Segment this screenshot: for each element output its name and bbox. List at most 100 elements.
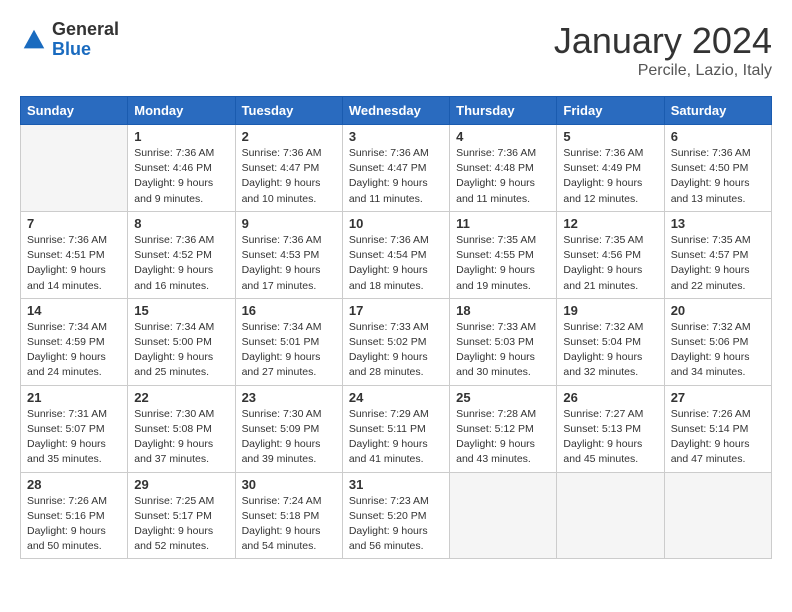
calendar-cell: 9 Sunrise: 7:36 AMSunset: 4:53 PMDaylight…	[235, 211, 342, 298]
day-number: 13	[671, 216, 765, 231]
logo-text: General Blue	[52, 20, 119, 60]
calendar-table: SundayMondayTuesdayWednesdayThursdayFrid…	[20, 96, 772, 559]
calendar-cell: 19Sunrise: 7:32 AMSunset: 5:04 PMDayligh…	[557, 298, 664, 385]
day-info: Sunrise: 7:32 AMSunset: 5:06 PMDaylight:…	[671, 320, 765, 381]
day-number: 10	[349, 216, 443, 231]
day-info: Sunrise: 7:27 AMSunset: 5:13 PMDaylight:…	[563, 407, 657, 468]
day-info: Sunrise: 7:23 AMSunset: 5:20 PMDaylight:…	[349, 494, 443, 555]
location-title: Percile, Lazio, Italy	[554, 62, 772, 80]
day-number: 4	[456, 129, 550, 144]
day-info: Sunrise: 7:34 AMSunset: 4:59 PMDaylight:…	[27, 320, 121, 381]
logo: General Blue	[20, 20, 119, 60]
calendar-cell: 4Sunrise: 7:36 AMSunset: 4:48 PMDaylight…	[450, 125, 557, 212]
day-info: Sunrise: 7:31 AMSunset: 5:07 PMDaylight:…	[27, 407, 121, 468]
day-info: Sunrise: 7:24 AMSunset: 5:18 PMDaylight:…	[242, 494, 336, 555]
day-info: Sunrise: 7:33 AMSunset: 5:02 PMDaylight:…	[349, 320, 443, 381]
day-number: 30	[242, 477, 336, 492]
calendar-cell: 12Sunrise: 7:35 AMSunset: 4:56 PMDayligh…	[557, 211, 664, 298]
day-info: Sunrise: 7:34 AMSunset: 5:01 PMDaylight:…	[242, 320, 336, 381]
calendar-cell: 7 Sunrise: 7:36 AMSunset: 4:51 PMDaylight…	[21, 211, 128, 298]
day-info: Sunrise: 7:26 AMSunset: 5:14 PMDaylight:…	[671, 407, 765, 468]
day-number: 11	[456, 216, 550, 231]
calendar-cell: 27 Sunrise: 7:26 AMSunset: 5:14 PMDayligh…	[664, 385, 771, 472]
day-number: 26	[563, 390, 657, 405]
calendar-cell: 10 Sunrise: 7:36 AMSunset: 4:54 PMDayligh…	[342, 211, 449, 298]
day-number: 27	[671, 390, 765, 405]
calendar-cell: 28 Sunrise: 7:26 AMSunset: 5:16 PMDayligh…	[21, 472, 128, 559]
day-number: 3	[349, 129, 443, 144]
day-number: 29	[134, 477, 228, 492]
weekday-header-monday: Monday	[128, 97, 235, 125]
calendar-cell: 22 Sunrise: 7:30 AMSunset: 5:08 PMDayligh…	[128, 385, 235, 472]
logo-icon	[20, 26, 48, 54]
day-number: 6	[671, 129, 765, 144]
calendar-cell: 5Sunrise: 7:36 AMSunset: 4:49 PMDaylight…	[557, 125, 664, 212]
calendar-cell: 24Sunrise: 7:29 AMSunset: 5:11 PMDayligh…	[342, 385, 449, 472]
calendar-cell	[664, 472, 771, 559]
day-number: 23	[242, 390, 336, 405]
day-info: Sunrise: 7:36 AMSunset: 4:51 PMDaylight:…	[27, 233, 121, 294]
day-number: 1	[134, 129, 228, 144]
day-number: 24	[349, 390, 443, 405]
calendar-cell: 30 Sunrise: 7:24 AMSunset: 5:18 PMDayligh…	[235, 472, 342, 559]
day-info: Sunrise: 7:36 AMSunset: 4:49 PMDaylight:…	[563, 146, 657, 207]
calendar-cell: 23Sunrise: 7:30 AMSunset: 5:09 PMDayligh…	[235, 385, 342, 472]
week-row-5: 28 Sunrise: 7:26 AMSunset: 5:16 PMDayligh…	[21, 472, 772, 559]
calendar-cell: 29 Sunrise: 7:25 AMSunset: 5:17 PMDayligh…	[128, 472, 235, 559]
day-info: Sunrise: 7:36 AMSunset: 4:47 PMDaylight:…	[242, 146, 336, 207]
day-number: 7	[27, 216, 121, 231]
calendar-cell: 21 Sunrise: 7:31 AMSunset: 5:07 PMDayligh…	[21, 385, 128, 472]
week-row-1: 1 Sunrise: 7:36 AMSunset: 4:46 PMDaylight…	[21, 125, 772, 212]
calendar-cell: 16 Sunrise: 7:34 AMSunset: 5:01 PMDayligh…	[235, 298, 342, 385]
day-info: Sunrise: 7:36 AMSunset: 4:50 PMDaylight:…	[671, 146, 765, 207]
day-number: 25	[456, 390, 550, 405]
day-number: 28	[27, 477, 121, 492]
day-info: Sunrise: 7:26 AMSunset: 5:16 PMDaylight:…	[27, 494, 121, 555]
day-info: Sunrise: 7:36 AMSunset: 4:54 PMDaylight:…	[349, 233, 443, 294]
day-number: 20	[671, 303, 765, 318]
calendar-cell: 13Sunrise: 7:35 AMSunset: 4:57 PMDayligh…	[664, 211, 771, 298]
calendar-cell: 6 Sunrise: 7:36 AMSunset: 4:50 PMDaylight…	[664, 125, 771, 212]
calendar-cell: 14 Sunrise: 7:34 AMSunset: 4:59 PMDayligh…	[21, 298, 128, 385]
day-number: 16	[242, 303, 336, 318]
day-number: 12	[563, 216, 657, 231]
day-number: 9	[242, 216, 336, 231]
day-info: Sunrise: 7:25 AMSunset: 5:17 PMDaylight:…	[134, 494, 228, 555]
weekday-header-wednesday: Wednesday	[342, 97, 449, 125]
day-number: 22	[134, 390, 228, 405]
logo-general: General	[52, 20, 119, 40]
week-row-3: 14 Sunrise: 7:34 AMSunset: 4:59 PMDayligh…	[21, 298, 772, 385]
calendar-cell: 3 Sunrise: 7:36 AMSunset: 4:47 PMDaylight…	[342, 125, 449, 212]
day-info: Sunrise: 7:30 AMSunset: 5:08 PMDaylight:…	[134, 407, 228, 468]
calendar-cell	[557, 472, 664, 559]
weekday-header-saturday: Saturday	[664, 97, 771, 125]
day-number: 21	[27, 390, 121, 405]
day-info: Sunrise: 7:36 AMSunset: 4:47 PMDaylight:…	[349, 146, 443, 207]
day-info: Sunrise: 7:34 AMSunset: 5:00 PMDaylight:…	[134, 320, 228, 381]
day-info: Sunrise: 7:32 AMSunset: 5:04 PMDaylight:…	[563, 320, 657, 381]
day-number: 17	[349, 303, 443, 318]
day-info: Sunrise: 7:33 AMSunset: 5:03 PMDaylight:…	[456, 320, 550, 381]
day-number: 2	[242, 129, 336, 144]
weekday-header-friday: Friday	[557, 97, 664, 125]
calendar-cell: 18 Sunrise: 7:33 AMSunset: 5:03 PMDayligh…	[450, 298, 557, 385]
day-number: 18	[456, 303, 550, 318]
day-info: Sunrise: 7:36 AMSunset: 4:52 PMDaylight:…	[134, 233, 228, 294]
week-row-4: 21 Sunrise: 7:31 AMSunset: 5:07 PMDayligh…	[21, 385, 772, 472]
weekday-header-sunday: Sunday	[21, 97, 128, 125]
day-number: 8	[134, 216, 228, 231]
day-info: Sunrise: 7:35 AMSunset: 4:55 PMDaylight:…	[456, 233, 550, 294]
calendar-cell: 8 Sunrise: 7:36 AMSunset: 4:52 PMDaylight…	[128, 211, 235, 298]
logo-blue: Blue	[52, 40, 119, 60]
calendar-cell: 17 Sunrise: 7:33 AMSunset: 5:02 PMDayligh…	[342, 298, 449, 385]
calendar-cell: 31 Sunrise: 7:23 AMSunset: 5:20 PMDayligh…	[342, 472, 449, 559]
calendar-cell: 1 Sunrise: 7:36 AMSunset: 4:46 PMDaylight…	[128, 125, 235, 212]
week-row-2: 7 Sunrise: 7:36 AMSunset: 4:51 PMDaylight…	[21, 211, 772, 298]
day-info: Sunrise: 7:36 AMSunset: 4:53 PMDaylight:…	[242, 233, 336, 294]
day-info: Sunrise: 7:36 AMSunset: 4:46 PMDaylight:…	[134, 146, 228, 207]
title-block: January 2024 Percile, Lazio, Italy	[554, 20, 772, 80]
calendar-cell	[21, 125, 128, 212]
day-number: 14	[27, 303, 121, 318]
day-number: 31	[349, 477, 443, 492]
weekday-header-row: SundayMondayTuesdayWednesdayThursdayFrid…	[21, 97, 772, 125]
